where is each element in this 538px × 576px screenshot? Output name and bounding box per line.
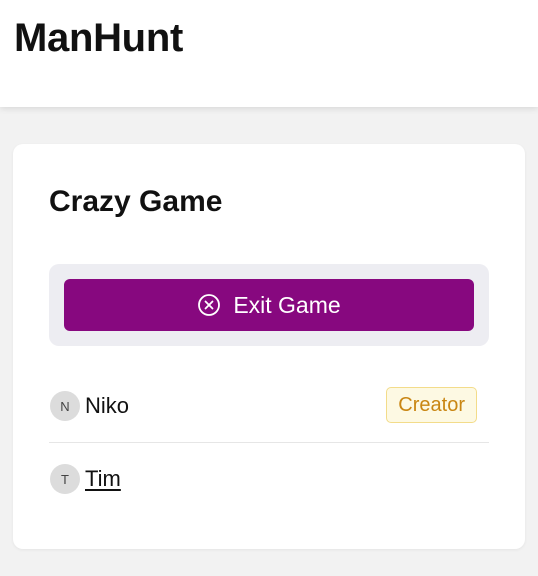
player-list: N Niko Creator T Tim bbox=[49, 370, 489, 515]
close-circle-icon bbox=[197, 293, 221, 317]
exit-game-label: Exit Game bbox=[233, 291, 341, 318]
player-row: T Tim bbox=[49, 443, 489, 515]
app-title: ManHunt bbox=[14, 16, 183, 60]
player-name-link[interactable]: Tim bbox=[85, 466, 121, 492]
game-card: Crazy Game Exit Game N Niko Creator T Ti… bbox=[13, 144, 525, 549]
exit-game-button[interactable]: Exit Game bbox=[64, 279, 474, 331]
action-panel: Exit Game bbox=[49, 264, 489, 346]
app-header: ManHunt bbox=[0, 0, 538, 107]
game-title: Crazy Game bbox=[49, 185, 223, 218]
player-row: N Niko Creator bbox=[49, 370, 489, 443]
creator-badge: Creator bbox=[386, 387, 477, 423]
avatar: N bbox=[50, 391, 80, 421]
player-name: Niko bbox=[85, 393, 130, 418]
avatar: T bbox=[50, 464, 80, 494]
